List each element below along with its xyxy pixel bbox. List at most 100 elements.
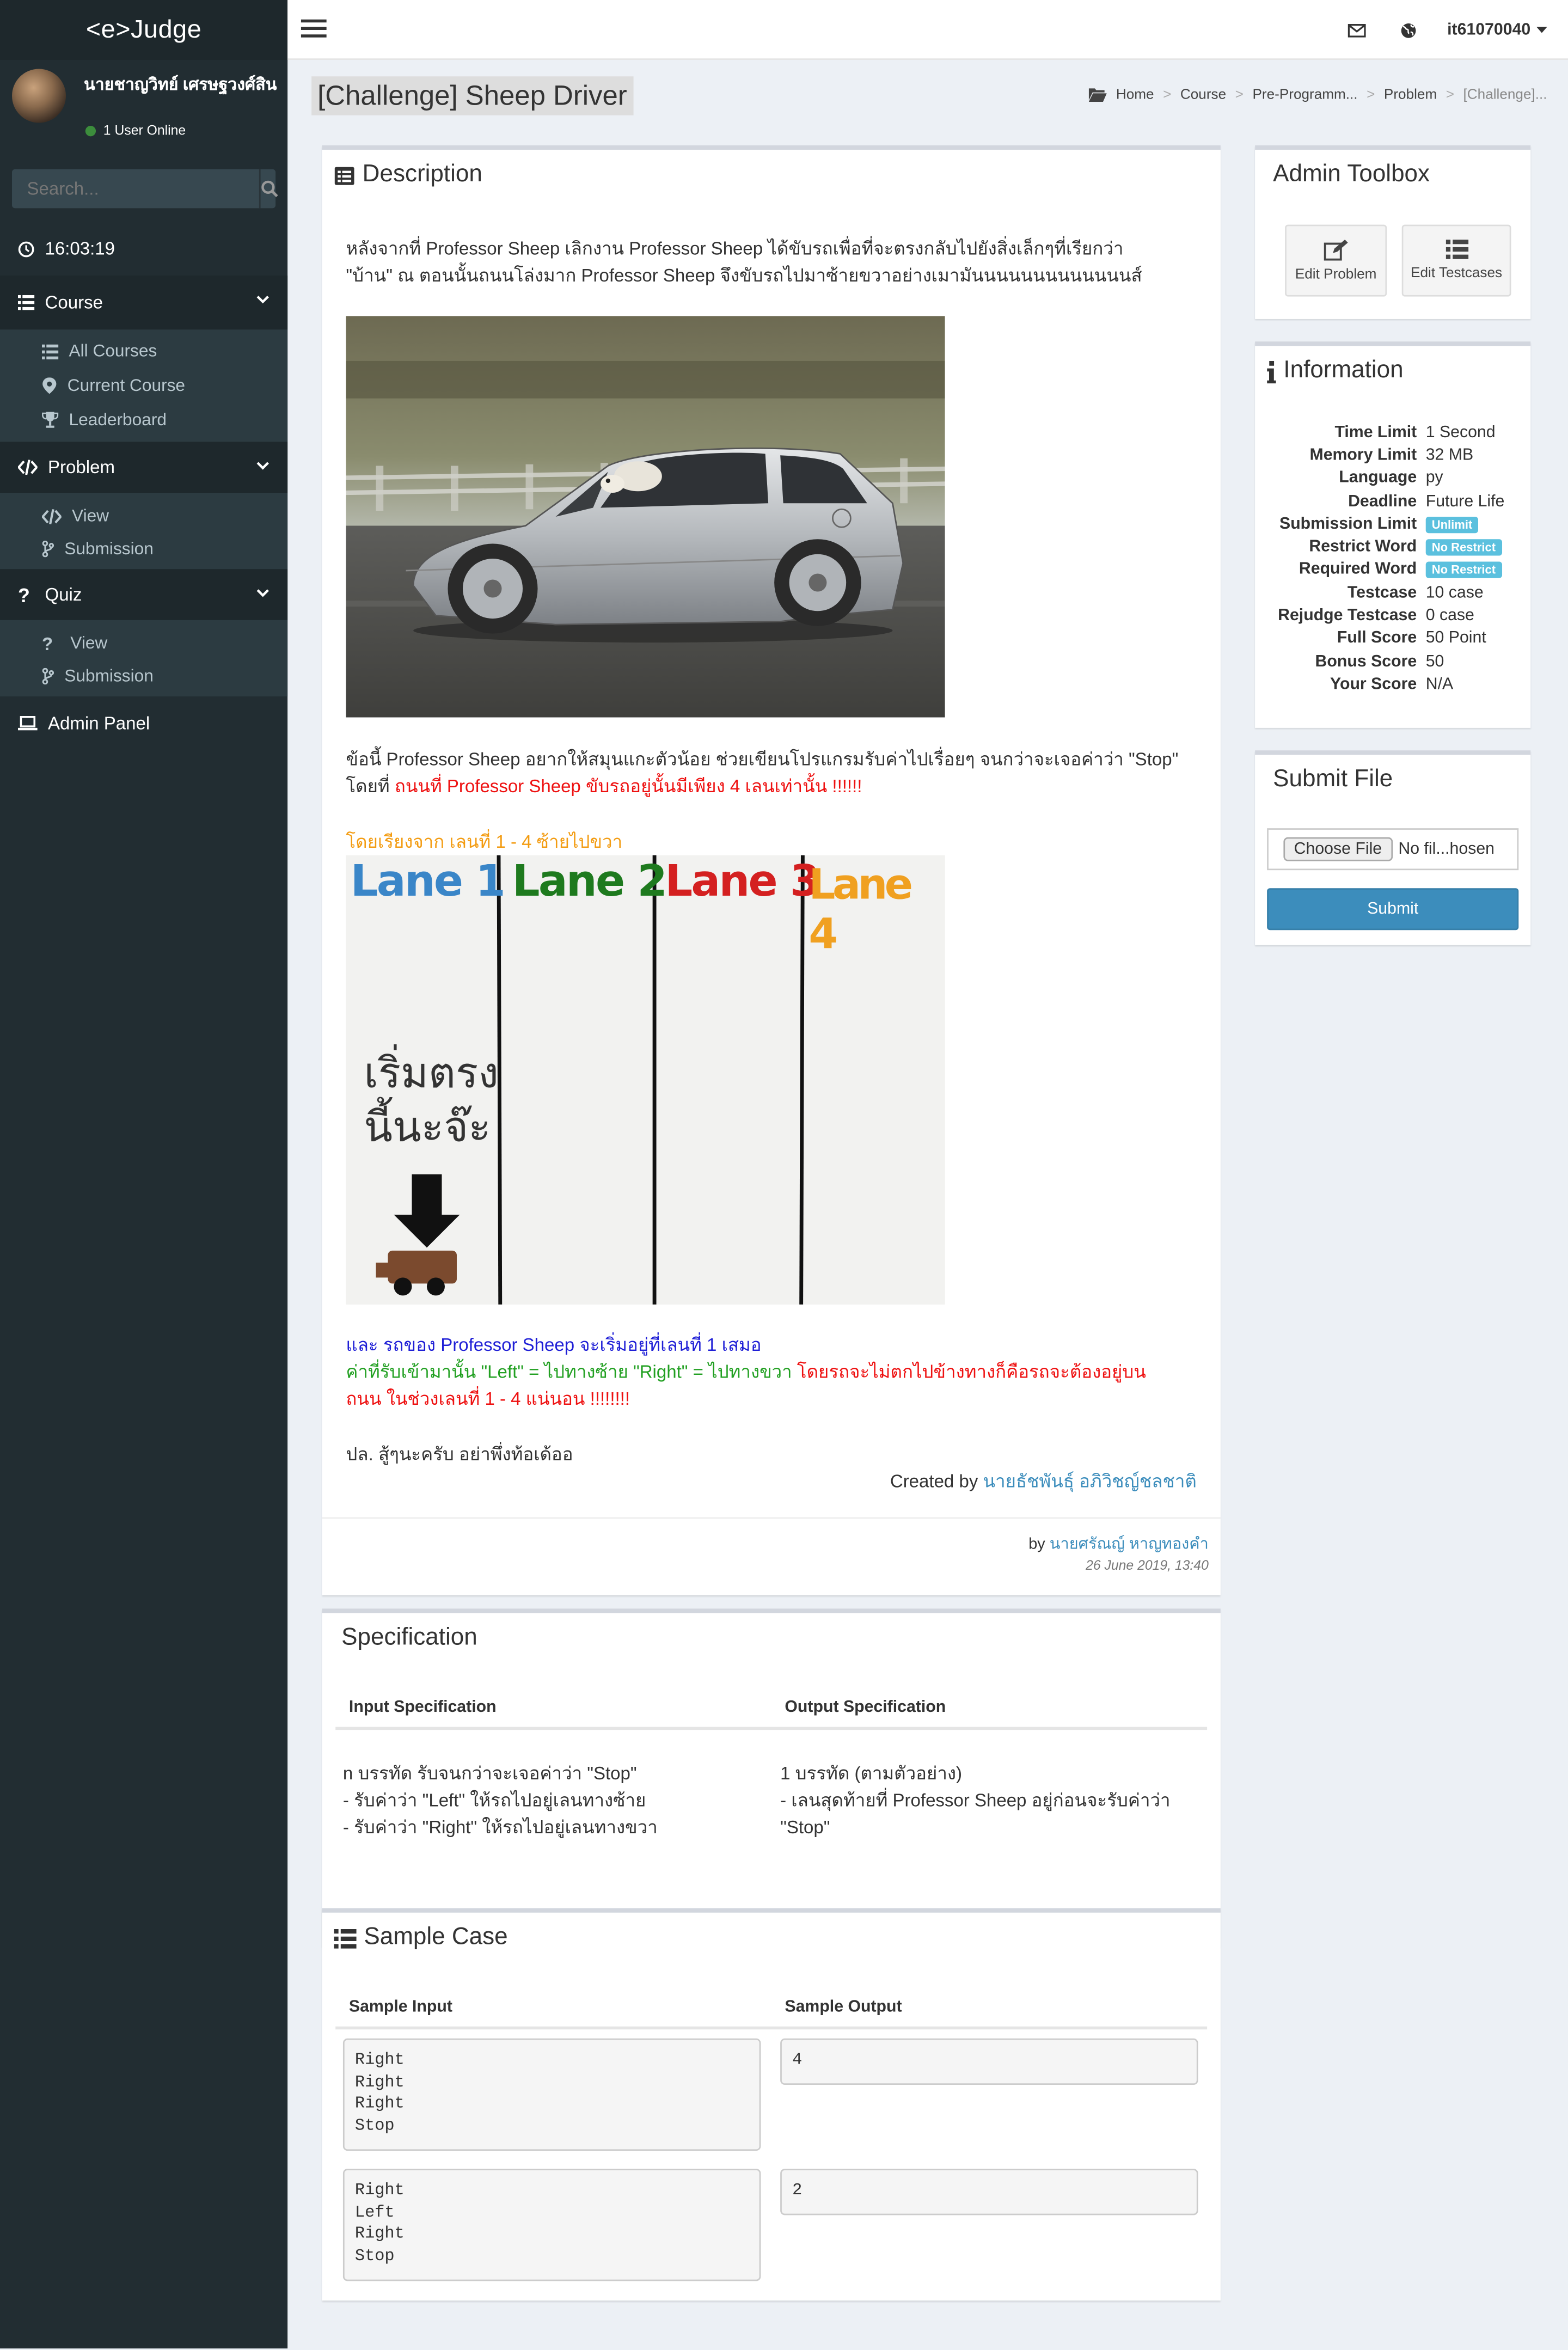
information-header: Information (1267, 358, 1404, 385)
code-icon (18, 460, 38, 475)
breadcrumb-home[interactable]: Home (1116, 87, 1154, 103)
sample-input-1[interactable]: Right Right Right Stop (342, 2038, 761, 2151)
problem-submenu: View Submission (0, 493, 288, 570)
sidebar-item-course[interactable]: Course (0, 276, 288, 330)
sheep-car-photo (346, 316, 945, 718)
list-alt-icon (334, 166, 354, 185)
info-row: Bonus Score 50 (1267, 650, 1509, 673)
info-badge: Unlimit (1425, 516, 1479, 533)
sample-input-header: Sample Input (348, 1998, 452, 2016)
question-icon: ? (42, 633, 53, 654)
page-title: [Challenge] Sheep Driver (311, 76, 633, 115)
folder-open-icon (1089, 88, 1107, 102)
course-submenu: All Courses Current Course Leaderboard (0, 329, 288, 442)
search-icon (261, 180, 278, 198)
navbar-right: it61070040 (1331, 0, 1547, 60)
info-value: py (1425, 469, 1443, 487)
info-key: Time Limit (1334, 423, 1417, 442)
output-specification: 1 บรรทัด (ตามตัวอย่าง) - เลนสุดท้ายที่ P… (780, 1763, 1171, 1838)
info-key: Bonus Score (1315, 652, 1417, 671)
user-menu[interactable]: it61070040 (1447, 21, 1547, 39)
sidebar-item-leaderboard[interactable]: Leaderboard (0, 403, 287, 442)
info-value: 50 Point (1425, 629, 1486, 648)
description-ps: ปล. สู้ๆนะครับ อย่าพึ่งท้อเด้ออ (346, 1443, 573, 1465)
sidebar-item-problem[interactable]: Problem (0, 442, 288, 493)
info-row: Your Score N/A (1267, 673, 1509, 696)
edit-problem-button[interactable]: Edit Problem (1285, 224, 1387, 297)
clock-icon (18, 241, 34, 256)
search-input[interactable] (12, 169, 259, 209)
sample-output-header: Sample Output (785, 1998, 902, 2016)
submit-button[interactable]: Submit (1267, 888, 1519, 931)
sidebar-clock: 16:03:19 (0, 222, 287, 276)
sidebar-item-problem-view[interactable]: View (0, 493, 287, 533)
breadcrumb-course[interactable]: Course (1180, 87, 1226, 103)
spec-divider (335, 1727, 1208, 1730)
list-icon (42, 344, 59, 359)
sidebar-item-quiz-submission[interactable]: Submission (0, 660, 287, 696)
info-key: Submission Limit (1279, 515, 1417, 533)
admin-toolbox-header: Admin Toolbox (1273, 162, 1430, 187)
code-fork-icon (42, 668, 54, 685)
lanes-diagram: Lane 1 Lane 2 Lane 3 Lane 4 เริ่มตรง นี้… (346, 855, 945, 1305)
info-key: Your Score (1330, 675, 1417, 694)
sidebar: <e>Judge นายชาญวิทย์ เศรษฐวงศ์สิน 1 User… (0, 0, 288, 2349)
envelope-icon (1347, 23, 1366, 37)
menu-toggle-icon[interactable] (301, 19, 327, 42)
search-button[interactable] (259, 169, 279, 209)
information-table: Time Limit 1 Second Memory Limit 32 MB Langu… (1267, 421, 1509, 696)
sidebar-item-quiz[interactable]: ? Quiz (0, 569, 288, 620)
trophy-icon (42, 412, 59, 428)
lane-4-label: Lane 4 (808, 859, 913, 959)
caret-down-icon (1536, 27, 1547, 33)
problem-author: by นายศรัณญ์ หาญทองคำ (1028, 1535, 1209, 1553)
info-row: Deadline Future Life (1267, 489, 1509, 512)
breadcrumb-course-name[interactable]: Pre-Programm... (1252, 87, 1357, 103)
edit-icon (1324, 238, 1348, 260)
info-key: Full Score (1337, 629, 1417, 648)
app-logo[interactable]: <e>Judge (0, 0, 288, 60)
info-value: No Restrict (1421, 535, 1509, 558)
online-status: 1 User Online (85, 123, 186, 138)
info-badge: No Restrict (1425, 539, 1502, 556)
chevron-down-icon (256, 589, 269, 597)
description-footer-divider (322, 1517, 1221, 1519)
lanes-caption: โดยเรียงจาก เลนที่ 1 - 4 ซ้ายไปขวา (346, 831, 623, 853)
code-fork-icon (42, 541, 54, 558)
sample-case-box: Sample Case Sample Input Sample Output R… (322, 1908, 1221, 2301)
sidebar-item-current-course[interactable]: Current Course (0, 369, 287, 403)
handwriting-start-here: เริ่มตรง นี้นะจ๊ะ (364, 1048, 499, 1152)
sample-output-1[interactable]: 4 (780, 2038, 1198, 2085)
info-key: Rejudge Testcase (1278, 607, 1417, 625)
sidebar-item-quiz-view[interactable]: ? View (0, 620, 287, 660)
messages-button[interactable] (1331, 23, 1383, 37)
language-button[interactable] (1383, 22, 1435, 38)
info-row: Full Score 50 Point (1267, 627, 1509, 650)
file-input[interactable]: Choose File No fil...hosen (1267, 828, 1519, 871)
description-paragraph-1: หลังจากที่ Professor Sheep เลิกงาน Profe… (346, 238, 1142, 286)
info-key: Deadline (1348, 492, 1417, 510)
file-name-label: No fil...hosen (1398, 840, 1495, 859)
info-key: Testcase (1347, 584, 1417, 602)
sample-input-2[interactable]: Right Left Right Stop (342, 2169, 761, 2281)
edit-testcases-button[interactable]: Edit Testcases (1401, 224, 1511, 297)
sidebar-item-admin-panel[interactable]: Admin Panel (0, 696, 287, 750)
online-dot-icon (85, 125, 96, 136)
info-key: Language (1339, 469, 1417, 487)
list-icon (18, 295, 35, 310)
sidebar-item-problem-submission[interactable]: Submission (0, 533, 287, 569)
info-key: Restrict Word (1309, 537, 1417, 556)
information-box: Information Time Limit 1 Second Memory Lim… (1255, 341, 1531, 728)
sample-output-2[interactable]: 2 (780, 2169, 1198, 2216)
sidebar-item-all-courses[interactable]: All Courses (0, 329, 287, 369)
list-icon (334, 1928, 357, 1948)
description-box: Description หลังจากที่ Professor Sheep เ… (322, 145, 1221, 1595)
choose-file-button[interactable]: Choose File (1283, 837, 1393, 861)
code-icon (42, 508, 62, 524)
laptop-icon (18, 716, 38, 731)
info-row: Memory Limit 32 MB (1267, 444, 1509, 467)
info-icon (1267, 360, 1276, 383)
info-row: Required Word No Restrict (1267, 558, 1509, 581)
sample-case-header: Sample Case (334, 1925, 508, 1952)
breadcrumb-problem[interactable]: Problem (1384, 87, 1437, 103)
